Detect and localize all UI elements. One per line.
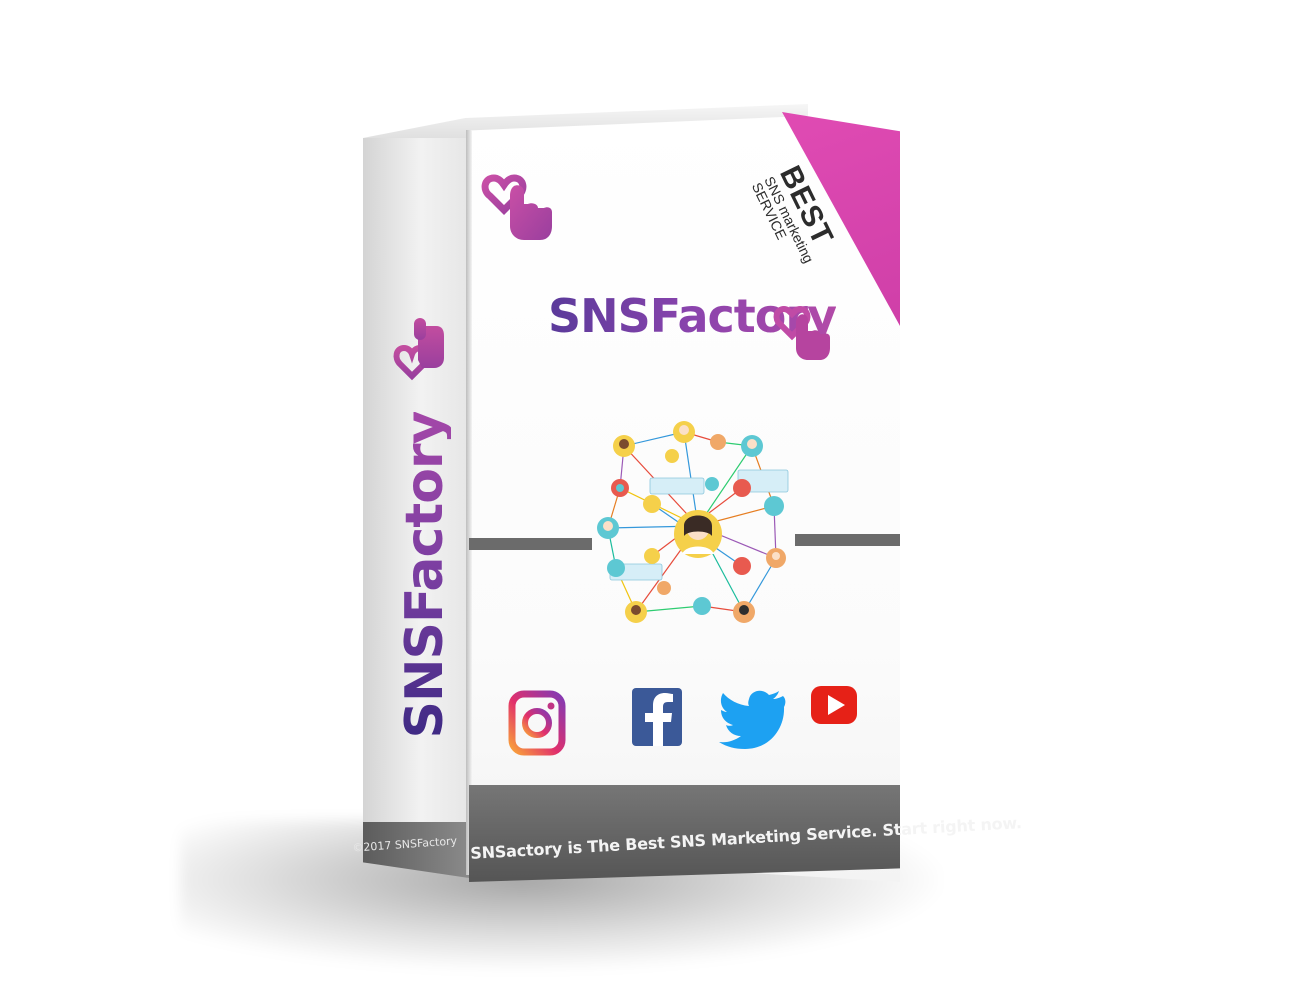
divider-bar-right [795, 534, 900, 546]
box-front-edge [466, 130, 472, 875]
instagram-icon [508, 690, 566, 756]
side-tap-heart-icon [393, 318, 444, 381]
product-box-image: SNSFactory ©2017 SNSFactory BEST SNS mar… [0, 0, 1292, 1005]
facebook-icon [632, 688, 682, 746]
side-brand-text: SNSFactory [395, 411, 455, 739]
youtube-icon [811, 686, 857, 724]
social-icons-row [508, 686, 857, 756]
twitter-icon [719, 690, 786, 749]
tap-heart-icon [481, 174, 552, 240]
social-network-illustration [597, 421, 789, 623]
divider-bar-left [469, 538, 592, 550]
side-brand-logo: SNSFactory [395, 412, 455, 739]
brand-tap-heart-icon [773, 305, 830, 360]
